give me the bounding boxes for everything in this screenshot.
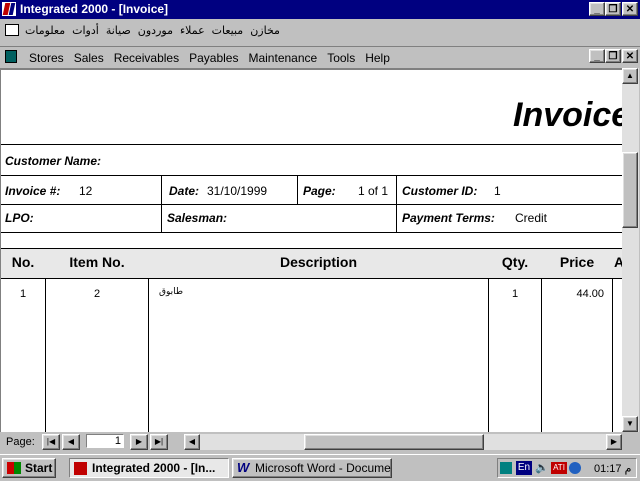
- divider: [1, 144, 622, 145]
- divider: [161, 175, 162, 232]
- menu-item-tools-ar[interactable]: أدوات: [72, 24, 99, 37]
- divider: [297, 175, 298, 204]
- navigator-page-label: Page:: [6, 436, 35, 448]
- menu-item-tools[interactable]: Tools: [322, 51, 360, 65]
- payment-terms-label: Payment Terms:: [402, 211, 495, 225]
- task-integrated-2000[interactable]: Integrated 2000 - [In...: [69, 458, 229, 478]
- scroll-down-button[interactable]: ▼: [622, 416, 638, 432]
- task-microsoft-word[interactable]: W Microsoft Word - Document1: [232, 458, 392, 478]
- divider: [1, 232, 622, 233]
- vertical-scrollbar[interactable]: ▲ ▼: [622, 68, 639, 432]
- divider: [396, 175, 397, 232]
- customer-id-value: 1: [494, 184, 501, 198]
- divider: [1, 175, 622, 176]
- taskbar: Start Integrated 2000 - [In... W Microso…: [0, 454, 640, 481]
- horizontal-scrollbar[interactable]: ◀ ▶: [184, 434, 622, 450]
- menu-item-payables[interactable]: Payables: [184, 51, 243, 65]
- divider: [1, 278, 622, 279]
- scroll-left-button[interactable]: ◀: [184, 434, 200, 450]
- menu-item-receivables[interactable]: Receivables: [109, 51, 184, 65]
- last-page-button[interactable]: ▶|: [150, 434, 168, 450]
- mdi-menu-icon[interactable]: [5, 24, 19, 36]
- first-page-button[interactable]: |◀: [42, 434, 60, 450]
- cell-description: طابوق: [159, 287, 184, 297]
- page-number-input[interactable]: 1: [86, 434, 124, 448]
- scroll-up-button[interactable]: ▲: [622, 68, 638, 84]
- lpo-label: LPO:: [5, 211, 34, 225]
- network-icon[interactable]: [500, 462, 512, 474]
- invoice-number-value: 12: [79, 184, 93, 198]
- cell-no: 1: [19, 288, 27, 300]
- start-button[interactable]: Start: [2, 458, 56, 478]
- menu-item-maintenance-ar[interactable]: صيانة: [106, 24, 131, 37]
- customer-id-label: Customer ID:: [402, 184, 478, 198]
- column-header-item-no: Item No.: [69, 254, 125, 270]
- column-header-price: Price: [559, 254, 595, 270]
- invoice-report: Invoice Customer Name: Invoice #: 12 Dat…: [0, 68, 622, 432]
- volume-icon[interactable]: 🔈: [535, 461, 549, 474]
- word-icon: W: [237, 460, 250, 475]
- arabic-menu-bar: مخازن مبيعات عملاء موردون صيانة أدوات مع…: [0, 20, 640, 42]
- clock[interactable]: 01:17 م: [594, 462, 631, 475]
- menu-item-stores[interactable]: Stores: [24, 51, 69, 65]
- column-header-no: No.: [11, 254, 35, 270]
- menu-item-info-ar[interactable]: معلومات: [25, 24, 65, 37]
- window-title: Integrated 2000 - [Invoice]: [20, 2, 169, 16]
- system-tray: En 🔈 ATI 01:17 م: [497, 458, 637, 478]
- invoice-heading: Invoice: [513, 96, 622, 134]
- minimize-button[interactable]: _: [589, 2, 605, 16]
- page-value: 1 of 1: [358, 184, 389, 198]
- document-icon[interactable]: [5, 50, 17, 63]
- divider: [1, 204, 622, 205]
- globe-icon[interactable]: [569, 462, 581, 474]
- column-header-qty: Qty.: [501, 254, 529, 270]
- menu-item-customers-ar[interactable]: عملاء: [180, 24, 205, 37]
- restore-button[interactable]: ❐: [605, 2, 621, 16]
- menu-item-sales-ar[interactable]: مبيعات: [212, 24, 244, 37]
- start-label: Start: [25, 461, 53, 475]
- menu-item-stores-ar[interactable]: مخازن: [250, 24, 280, 37]
- record-navigator-bar: Page: |◀ ◀ 1 ▶ ▶| ◀ ▶: [0, 432, 640, 452]
- menu-item-maintenance[interactable]: Maintenance: [243, 51, 322, 65]
- customer-name-label: Customer Name:: [5, 154, 102, 168]
- task-label: Integrated 2000 - [In...: [92, 461, 216, 475]
- cell-qty: 1: [511, 288, 519, 300]
- task-label: Microsoft Word - Document1: [255, 461, 391, 475]
- cell-price: 44.00: [576, 288, 604, 300]
- app-icon[interactable]: [2, 2, 16, 16]
- invoice-number-label: Invoice #:: [5, 184, 61, 198]
- scroll-right-button[interactable]: ▶: [606, 434, 622, 450]
- doc-minimize-button[interactable]: _: [589, 49, 605, 63]
- payment-terms-value: Credit: [515, 211, 548, 225]
- next-page-button[interactable]: ▶: [130, 434, 148, 450]
- windows-logo-icon: [7, 462, 21, 474]
- menu-item-sales[interactable]: Sales: [69, 51, 109, 65]
- page-label: Page:: [303, 184, 336, 198]
- horizontal-scroll-thumb[interactable]: [304, 434, 484, 450]
- ati-icon[interactable]: ATI: [551, 462, 567, 474]
- menu-item-help[interactable]: Help: [360, 51, 395, 65]
- salesman-label: Salesman:: [167, 211, 228, 225]
- close-button[interactable]: ✕: [622, 2, 638, 16]
- menu-item-suppliers-ar[interactable]: موردون: [138, 24, 173, 37]
- column-header-description: Description: [279, 254, 357, 270]
- column-header-amount: A: [614, 254, 622, 270]
- menu-bar: Stores Sales Receivables Payables Mainte…: [0, 46, 640, 67]
- app-icon: [74, 462, 87, 475]
- language-indicator[interactable]: En: [516, 461, 532, 475]
- cell-item-no: 2: [93, 288, 101, 300]
- date-label: Date:: [169, 184, 200, 198]
- doc-restore-button[interactable]: ❐: [605, 49, 621, 63]
- vertical-scroll-thumb[interactable]: [622, 152, 638, 228]
- doc-close-button[interactable]: ✕: [622, 49, 638, 63]
- previous-page-button[interactable]: ◀: [62, 434, 80, 450]
- title-bar: Integrated 2000 - [Invoice] _ ❐ ✕: [0, 0, 640, 19]
- date-value: 31/10/1999: [207, 184, 268, 198]
